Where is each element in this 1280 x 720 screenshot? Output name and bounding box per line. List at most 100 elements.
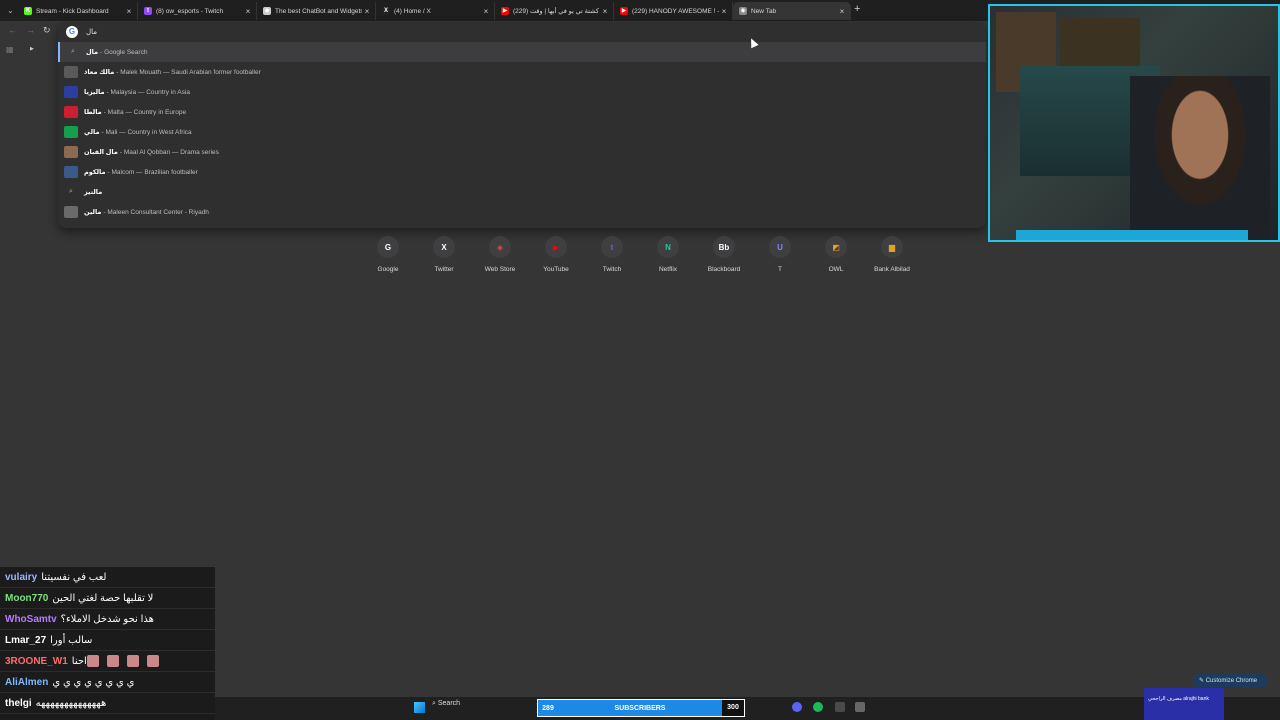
shortcut-tile[interactable]: Bb Blackboard — [704, 236, 744, 273]
shortcut-icon: t — [601, 236, 623, 258]
browser-tab[interactable]: ◆ The best ChatBot and Widgets × — [257, 2, 376, 20]
close-tab-icon[interactable]: × — [600, 7, 610, 16]
tab-favicon-icon: ◉ — [739, 7, 747, 15]
app-icon[interactable] — [835, 702, 845, 712]
shortcut-tile[interactable]: t Twitch — [592, 236, 632, 273]
shortcut-tile[interactable]: ▶ YouTube — [536, 236, 576, 273]
shortcut-tile[interactable]: N Netflix — [648, 236, 688, 273]
suggestion-query: مالك معاذ — [84, 69, 115, 76]
shortcut-tile[interactable]: ▆ Bank Albilad — [872, 236, 912, 273]
suggestion-description: - Mali — Country in West Africa — [101, 128, 192, 136]
omnibox-suggestion[interactable]: مالي - Mali — Country in West Africa — [58, 122, 986, 142]
reload-icon[interactable]: ↻ — [43, 25, 51, 36]
new-tab-button[interactable]: + — [854, 3, 860, 15]
shortcut-icon: X — [433, 236, 455, 258]
customize-chrome-button[interactable]: ✎ Customize Chrome — [1193, 674, 1268, 687]
omnibox-suggestion[interactable]: مالطا - Malta — Country in Europe — [58, 102, 986, 122]
customize-chrome-label: Customize Chrome — [1205, 677, 1258, 684]
suggestion-description: - Malta — Country in Europe — [103, 108, 187, 116]
emote-icon — [86, 655, 99, 667]
suggestion-description: - Malaysia — Country in Asia — [106, 88, 190, 96]
windows-start-icon[interactable] — [414, 702, 425, 713]
chat-username: WhoSamtv — [5, 613, 57, 625]
shortcut-icon: G — [377, 236, 399, 258]
close-tab-icon[interactable]: × — [837, 7, 847, 16]
suggestion-description: - Google Search — [100, 48, 148, 56]
shortcut-tile[interactable]: ◩ OWL — [816, 236, 856, 273]
close-tab-icon[interactable]: × — [362, 7, 372, 16]
chat-message: WhoSamtv هذا نحو شدخل الاملاء؟ — [0, 609, 215, 630]
taskbar-search[interactable]: ⌕ Search — [432, 700, 460, 708]
chat-message: 3ROONE_W1 احنا — [0, 651, 215, 672]
chat-text: ي ي ي ي ي ي ي ي — [52, 676, 135, 688]
omnibox-suggestion[interactable]: مال القبان - Maal Al Qobban — Drama serie… — [58, 142, 986, 162]
suggestion-description: - Maal Al Qobban — Drama series — [119, 148, 219, 156]
browser-tab[interactable]: ◉ New Tab × — [733, 2, 851, 20]
browser-tab[interactable]: ▶ (229) HANODY AWESOME ! - Y × — [614, 2, 733, 20]
app-icon[interactable] — [855, 702, 865, 712]
forward-icon[interactable]: → — [26, 25, 35, 35]
spotify-icon[interactable] — [813, 702, 823, 712]
suggestion-query: مالكوم — [84, 169, 106, 176]
omnibox-dropdown: G مال ⌕ مال - Google Search مالك معاذ - Male… — [58, 22, 986, 228]
emote-icon — [106, 655, 119, 667]
suggestion-thumbnail — [64, 106, 78, 118]
suggestion-thumbnail — [64, 86, 78, 98]
address-bar[interactable]: G مال — [58, 22, 986, 42]
address-input[interactable]: مال — [86, 28, 97, 36]
omnibox-suggestion[interactable]: مالين - Maleen Consultant Center - Riyadh — [58, 202, 986, 222]
omnibox-suggestion[interactable]: مالك معاذ - Malek Mouath — Saudi Arabian … — [58, 62, 986, 82]
chat-message: vulairy لعب في نفسيتنا — [0, 567, 215, 588]
suggestion-thumbnail — [64, 166, 78, 178]
webcam-overlay — [988, 4, 1280, 242]
chat-username: AliAlmen — [5, 676, 49, 688]
back-icon[interactable]: ← — [8, 25, 17, 35]
shortcut-icon: ◩ — [825, 236, 847, 258]
suggestion-thumbnail — [64, 206, 78, 218]
chat-username: Lmar_27 — [5, 634, 47, 646]
bank-ad-text: مصرف الراجحي alrajhi bank — [1148, 696, 1209, 702]
shortcut-tile[interactable]: G Google — [368, 236, 408, 273]
chat-username: thelgi — [5, 697, 32, 709]
shortcut-icon: N — [657, 236, 679, 258]
shortcut-tile[interactable]: UT — [760, 236, 800, 273]
suggestion-thumbnail — [64, 66, 78, 78]
tab-title: (4) Home / X — [394, 7, 431, 15]
omnibox-suggestion[interactable]: مالكوم - Malcom — Brazilian footballer — [58, 162, 986, 182]
shortcut-tile[interactable]: ◈ Web Store — [480, 236, 520, 273]
discord-icon[interactable] — [792, 702, 802, 712]
suggestion-query: مالين — [84, 209, 102, 216]
close-tab-icon[interactable]: × — [243, 7, 253, 16]
chat-message: Moon770 لا تقلبها حصة لغتي الحين — [0, 588, 215, 609]
close-tab-icon[interactable]: × — [719, 7, 729, 16]
tab-favicon-icon: ▶ — [620, 7, 628, 15]
browser-tab[interactable]: K Stream - Kick Dashboard × — [18, 2, 138, 20]
tab-title: (229) HANODY AWESOME ! - Y — [632, 7, 719, 15]
close-tab-icon[interactable]: × — [481, 7, 491, 16]
subscriber-label: SUBSCRIBERS — [614, 704, 666, 712]
chat-text: سالب أورا — [50, 634, 93, 646]
omnibox-suggestion[interactable]: ⌕ مال - Google Search — [58, 42, 986, 62]
apps-icon[interactable]: ▦ — [6, 45, 14, 54]
chat-text: هذا نحو شدخل الاملاء؟ — [60, 613, 154, 625]
browser-tab[interactable]: t (8) ow_esports - Twitch × — [138, 2, 257, 20]
tab-favicon-icon: K — [24, 7, 32, 15]
tab-search-icon[interactable]: ⌄ — [4, 4, 17, 17]
close-tab-icon[interactable]: × — [124, 7, 134, 16]
shortcut-label: Bank Albilad — [874, 266, 910, 273]
tab-title: The best ChatBot and Widgets — [275, 7, 362, 15]
omnibox-suggestion[interactable]: ⌕ مالتيز — [58, 182, 986, 202]
chat-overlay: vulairy لعب في نفسيتنا Moon770 لا تقلبها حص… — [0, 567, 215, 720]
chat-message: thelgi ههههههههههههههه — [0, 693, 215, 714]
bank-ad-banner: مصرف الراجحي alrajhi bank — [1144, 688, 1224, 720]
browser-tab[interactable]: ▶ (229) كشتة تي يو في أبها | وقت × — [495, 2, 614, 20]
taskbar — [215, 697, 1280, 720]
shortcut-label: YouTube — [543, 266, 569, 273]
omnibox-suggestion[interactable]: ماليزيا - Malaysia — Country in Asia — [58, 82, 986, 102]
shortcut-tile[interactable]: X Twitter — [424, 236, 464, 273]
search-icon: ⌕ — [71, 48, 75, 55]
browser-tab[interactable]: X (4) Home / X × — [376, 2, 495, 20]
tab-favicon-icon: X — [382, 7, 390, 15]
suggestion-description: - Maleen Consultant Center - Riyadh — [103, 208, 209, 216]
bookmark-youtube-icon[interactable]: ▶ — [30, 46, 34, 52]
